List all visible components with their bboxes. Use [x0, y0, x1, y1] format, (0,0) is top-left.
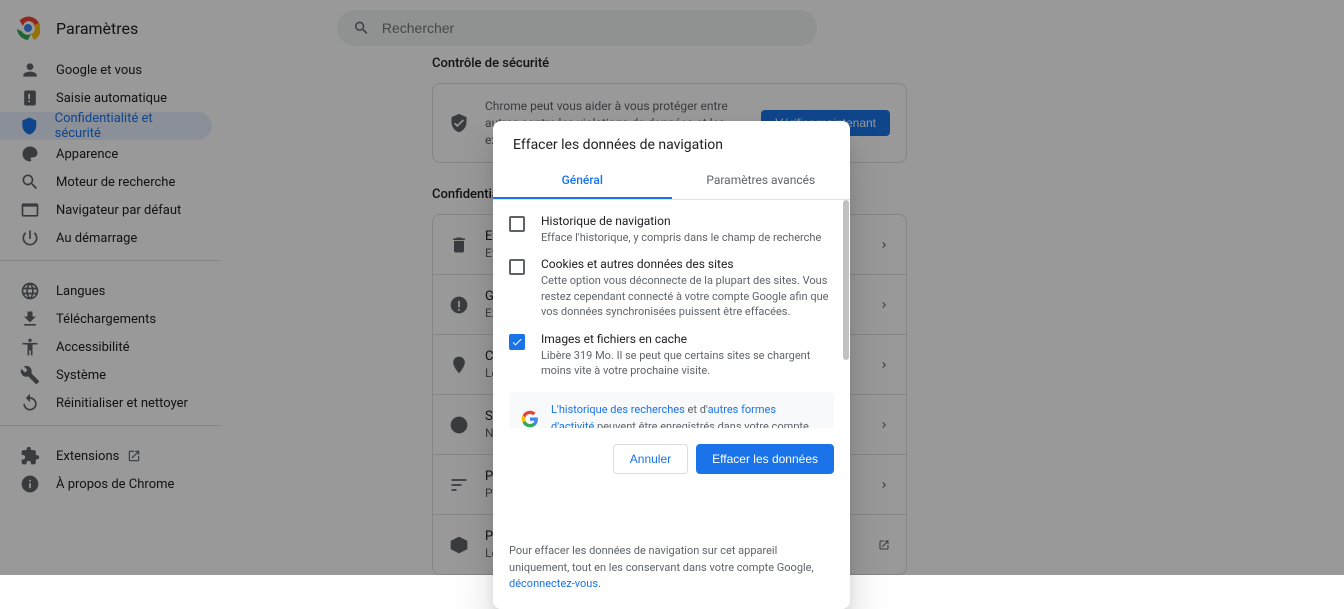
google-icon [521, 410, 539, 428]
search-history-link[interactable]: L'historique des recherches [551, 403, 685, 416]
checkbox-description: Cette option vous déconnecte de la plupa… [541, 273, 834, 319]
dialog-footer: Pour effacer les données de navigation s… [493, 530, 850, 609]
tab-advanced[interactable]: Paramètres avancés [672, 163, 851, 199]
checkbox[interactable] [509, 216, 525, 232]
sign-out-link[interactable]: déconnectez-vous [509, 577, 598, 590]
clear-data-button[interactable]: Effacer les données [696, 444, 834, 474]
google-info-box: L'historique des recherches et d'autres … [509, 392, 834, 428]
checkbox-label: Images et fichiers en cache [541, 332, 834, 346]
dialog-title: Effacer les données de navigation [493, 121, 850, 163]
checkbox-row: Historique de navigation Efface l'histori… [509, 208, 834, 251]
checkbox-label: Historique de navigation [541, 214, 834, 228]
tab-general[interactable]: Général [493, 163, 672, 199]
checkbox-row: Cookies et autres données des sites Cette… [509, 251, 834, 325]
cancel-button[interactable]: Annuler [613, 444, 688, 474]
clear-browsing-data-dialog: Effacer les données de navigation Généra… [493, 121, 850, 609]
checkbox-description: Efface l'historique, y compris dans le c… [541, 230, 834, 245]
checkbox[interactable] [509, 259, 525, 275]
scrollbar[interactable] [843, 200, 849, 360]
checkbox-row: Images et fichiers en cache Libère 319 Mo… [509, 326, 834, 385]
checkbox-label: Cookies et autres données des sites [541, 257, 834, 271]
checkbox[interactable] [509, 334, 525, 350]
checkbox-description: Libère 319 Mo. Il se peut que certains s… [541, 348, 834, 379]
